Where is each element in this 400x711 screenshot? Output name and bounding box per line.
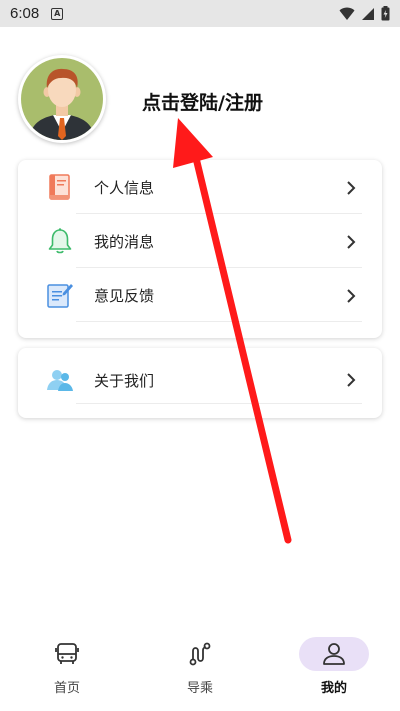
avatar[interactable] bbox=[18, 55, 106, 143]
feedback-icon bbox=[47, 284, 73, 308]
menu-item-personal-info[interactable]: 个人信息 bbox=[18, 160, 382, 214]
status-time: 6:08 bbox=[10, 5, 40, 22]
chevron-right-icon bbox=[347, 373, 356, 387]
notification-icon: A bbox=[51, 7, 64, 20]
avatar-icon bbox=[21, 58, 103, 140]
profile-header[interactable]: 点击登陆/注册 bbox=[18, 54, 388, 144]
divider bbox=[76, 321, 362, 322]
users-icon bbox=[47, 370, 73, 391]
menu-item-about-us[interactable]: 关于我们 bbox=[18, 348, 382, 412]
signal-icon bbox=[362, 7, 374, 20]
menu-label-about-us: 关于我们 bbox=[94, 371, 155, 390]
chevron-right-icon bbox=[347, 289, 356, 303]
menu-item-my-messages[interactable]: 我的消息 bbox=[18, 214, 382, 268]
tab-guide[interactable]: 导乘 bbox=[150, 629, 250, 711]
menu-label-my-messages: 我的消息 bbox=[94, 232, 155, 251]
menu-card-main: 个人信息 我的消息 意见反馈 bbox=[18, 160, 382, 338]
divider bbox=[76, 403, 362, 404]
tab-label-home: 首页 bbox=[53, 681, 80, 696]
tab-label-guide: 导乘 bbox=[186, 681, 213, 696]
menu-label-personal-info: 个人信息 bbox=[94, 178, 155, 197]
status-icons bbox=[339, 6, 390, 21]
status-bar: 6:08 A bbox=[0, 0, 400, 27]
route-icon bbox=[189, 642, 211, 666]
chevron-right-icon bbox=[347, 235, 356, 249]
person-icon bbox=[323, 643, 345, 665]
tab-label-mine: 我的 bbox=[320, 681, 347, 696]
tab-mine[interactable]: 我的 bbox=[284, 629, 384, 711]
bell-icon bbox=[48, 228, 72, 254]
battery-icon bbox=[381, 6, 390, 21]
menu-card-about: 关于我们 bbox=[18, 348, 382, 418]
book-icon bbox=[49, 174, 70, 200]
chevron-right-icon bbox=[347, 181, 356, 195]
tab-home[interactable]: 首页 bbox=[17, 629, 117, 711]
bus-icon bbox=[55, 643, 79, 664]
bottom-tab-bar: 首页 导乘 我的 bbox=[0, 629, 400, 711]
login-register-link[interactable]: 点击登陆/注册 bbox=[142, 88, 263, 115]
menu-item-feedback[interactable]: 意见反馈 bbox=[18, 268, 382, 322]
menu-label-feedback: 意见反馈 bbox=[94, 286, 155, 305]
wifi-icon bbox=[339, 7, 355, 20]
